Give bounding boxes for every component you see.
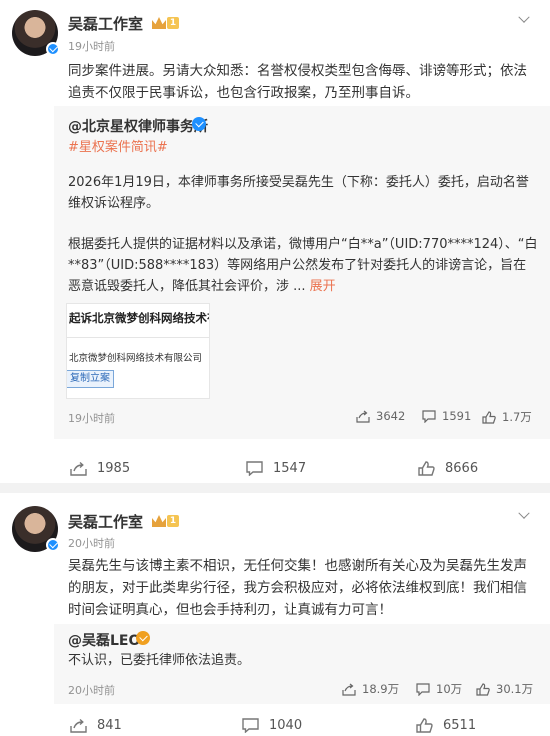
repost-author[interactable]: @吴磊LEO xyxy=(68,630,140,650)
comment-icon xyxy=(242,717,259,733)
comment-icon xyxy=(416,682,430,696)
vip-level: 1 xyxy=(167,515,179,527)
comment-icon xyxy=(422,409,436,423)
preview-divider xyxy=(67,337,209,338)
vip-badge-icon[interactable]: 1 xyxy=(152,514,180,528)
like-button[interactable]: 8666 xyxy=(418,446,478,490)
forward-icon xyxy=(342,683,356,696)
comment-icon xyxy=(246,460,263,476)
repost-comment-count: 10万 xyxy=(436,682,463,696)
action-bar: 841 1040 6511 xyxy=(0,705,550,736)
reposted-post[interactable]: @吴磊LEO 不认识，已委托律师依法追责。 20小时前 18.9万 10万 30… xyxy=(54,624,550,704)
reposted-post[interactable]: @北京星权律师事务所 #星权案件简讯# 2026年1月19日，本律师事务所接受吴… xyxy=(54,106,550,439)
forward-count: 841 xyxy=(97,717,122,733)
vip-badge-icon[interactable]: 1 xyxy=(152,16,180,30)
repost-time[interactable]: 20小时前 xyxy=(68,682,115,698)
preview-company: 北京微梦创科网络技术有限公司 xyxy=(69,353,203,364)
weibo-post-card: 吴磊工作室 1 20小时前 吴磊先生与该博主素不相识，无任何交集！也感谢所有关心… xyxy=(0,493,550,736)
thumbs-up-icon xyxy=(416,717,433,733)
expand-link[interactable]: 展开 xyxy=(310,279,336,294)
repost-comment-count: 1591 xyxy=(442,409,472,423)
verified-icon xyxy=(46,538,60,552)
like-count: 8666 xyxy=(445,460,479,476)
forward-button[interactable]: 841 xyxy=(70,705,122,736)
post-time[interactable]: 19小时前 xyxy=(68,38,115,54)
repost-forward-count: 3642 xyxy=(376,409,406,423)
repost-author[interactable]: @北京星权律师事务所 xyxy=(68,116,208,136)
repost-time[interactable]: 19小时前 xyxy=(68,410,115,426)
repost-like-stat[interactable]: 30.1万 xyxy=(476,681,533,697)
preview-title: 起诉北京微梦创科网络技术有 xyxy=(69,311,210,325)
repost-forward-stat[interactable]: 3642 xyxy=(356,409,405,423)
comment-count: 1547 xyxy=(273,460,307,476)
comment-button[interactable]: 1040 xyxy=(242,705,302,736)
thumbs-up-icon xyxy=(476,682,490,696)
thumbs-up-icon xyxy=(418,460,435,476)
comment-count: 1040 xyxy=(269,717,303,733)
weibo-post-card: 吴磊工作室 1 19小时前 同步案件进展。另请大众知悉：名誉权侵权类型包含侮辱、… xyxy=(0,0,550,483)
repost-comment-stat[interactable]: 10万 xyxy=(416,681,462,697)
chevron-down-icon[interactable] xyxy=(518,510,530,522)
post-text: 吴磊先生与该博主素不相识，无任何交集！也感谢所有关心及为吴磊先生发声的朋友，对于… xyxy=(68,558,527,618)
post-author[interactable]: 吴磊工作室 xyxy=(68,511,143,532)
repost-forward-count: 18.9万 xyxy=(362,682,400,696)
forward-icon xyxy=(70,718,87,733)
repost-like-count: 1.7万 xyxy=(502,410,532,424)
vip-level: 1 xyxy=(167,17,179,29)
repost-text: 不认识，已委托律师依法追责。 xyxy=(68,653,251,668)
forward-icon xyxy=(70,461,87,476)
like-count: 6511 xyxy=(443,717,477,733)
hashtag-link[interactable]: #星权案件简讯# xyxy=(68,136,168,155)
post-text: 同步案件进展。另请大众知悉：名誉权侵权类型包含侮辱、诽谤等形式；依法追责不仅限于… xyxy=(68,63,527,101)
comment-button[interactable]: 1547 xyxy=(246,446,306,490)
forward-count: 1985 xyxy=(97,460,131,476)
forward-icon xyxy=(356,410,370,423)
repost-paragraph-1: 2026年1月19日，本律师事务所接受吴磊先生（下称：委托人）委托，启动名誉维权… xyxy=(68,175,529,211)
repost-paragraph-2-text: 根据委托人提供的证据材料以及承诺，微博用户“白**a”（UID:770****1… xyxy=(68,237,538,294)
chevron-down-icon[interactable] xyxy=(518,14,530,26)
thumbs-up-icon xyxy=(482,410,496,424)
preview-copy-button: 复制立案 xyxy=(67,370,114,388)
repost-forward-stat[interactable]: 18.9万 xyxy=(342,681,399,697)
forward-button[interactable]: 1985 xyxy=(70,446,130,490)
verified-icon xyxy=(136,631,150,645)
verified-icon xyxy=(192,117,206,131)
repost-paragraph-2: 根据委托人提供的证据材料以及承诺，微博用户“白**a”（UID:770****1… xyxy=(68,234,538,297)
like-button[interactable]: 6511 xyxy=(416,705,476,736)
post-author[interactable]: 吴磊工作室 xyxy=(68,13,143,34)
repost-like-stat[interactable]: 1.7万 xyxy=(482,409,532,425)
repost-like-count: 30.1万 xyxy=(496,682,534,696)
repost-comment-stat[interactable]: 1591 xyxy=(422,409,471,423)
action-bar: 1985 1547 8666 xyxy=(0,446,550,490)
post-time[interactable]: 20小时前 xyxy=(68,535,115,551)
image-preview[interactable]: 起诉北京微梦创科网络技术有 北京微梦创科网络技术有限公司 复制立案 xyxy=(66,303,210,399)
verified-icon xyxy=(46,42,60,56)
